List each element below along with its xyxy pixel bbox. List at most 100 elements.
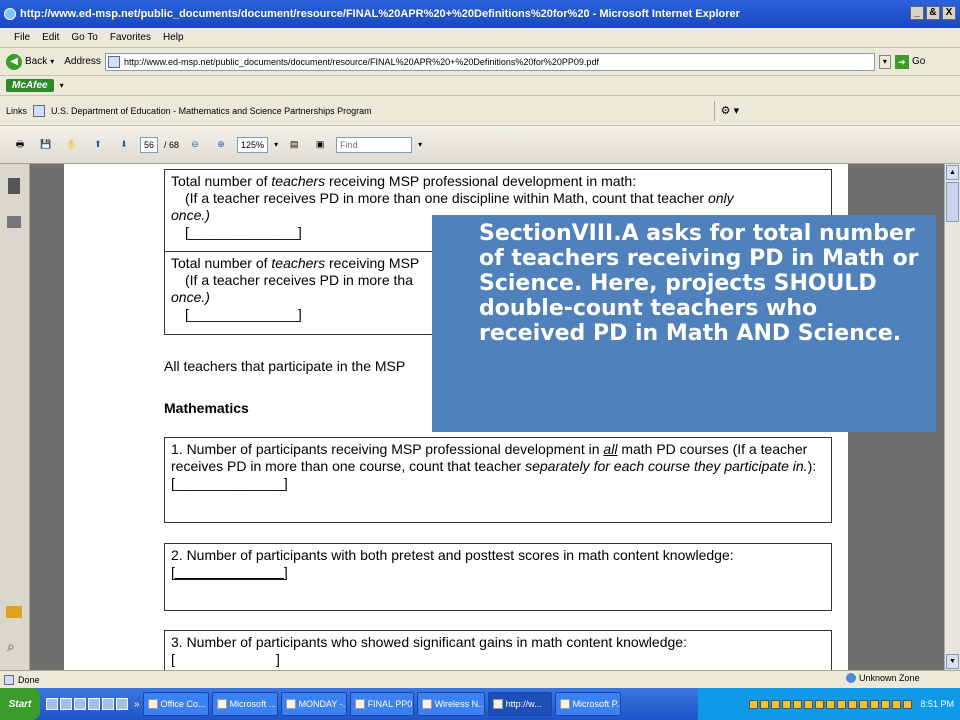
box2-text: Total number of bbox=[171, 255, 272, 271]
research-icon[interactable]: ⚙ ▾ bbox=[721, 104, 739, 117]
status-page-icon bbox=[4, 674, 14, 685]
pages-icon[interactable] bbox=[8, 178, 20, 194]
close-button[interactable]: X bbox=[942, 6, 956, 20]
task-office[interactable]: Office Co... bbox=[142, 692, 209, 716]
status-text: Done bbox=[18, 674, 40, 685]
zoom-out-icon[interactable]: ⊖ bbox=[185, 135, 205, 155]
box2-emph: teachers bbox=[271, 255, 326, 271]
tray-icon[interactable] bbox=[771, 699, 781, 709]
tray-icon[interactable] bbox=[881, 699, 891, 709]
menu-file[interactable]: File bbox=[14, 32, 30, 43]
scroll-thumb[interactable] bbox=[946, 182, 959, 222]
item3-blank: [ ] bbox=[171, 651, 280, 667]
back-dropdown-icon[interactable]: ▾ bbox=[50, 57, 54, 66]
task-monday[interactable]: MONDAY -... bbox=[280, 692, 347, 716]
tray-icon[interactable] bbox=[760, 699, 770, 709]
menu-help[interactable]: Help bbox=[163, 32, 184, 43]
start-label: Start bbox=[8, 698, 32, 710]
msp-paragraph: All teachers that participate in the MSP bbox=[164, 358, 406, 374]
box1-text-end: receiving MSP professional development i… bbox=[325, 173, 637, 189]
mcafee-dropdown-icon[interactable]: ▾ bbox=[60, 81, 64, 90]
maximize-button[interactable]: & bbox=[926, 6, 940, 20]
tray-icon[interactable] bbox=[892, 699, 902, 709]
quick-launch-pdf-icon[interactable] bbox=[74, 698, 86, 710]
print-icon[interactable]: 🖶 bbox=[10, 135, 30, 155]
clock[interactable]: 8:51 PM bbox=[920, 699, 954, 709]
menu-goto[interactable]: Go To bbox=[71, 32, 98, 43]
menu-edit[interactable]: Edit bbox=[42, 32, 59, 43]
quick-launch-email-icon[interactable] bbox=[60, 698, 72, 710]
task-wireless[interactable]: Wireless N... bbox=[416, 692, 485, 716]
page-total: / 68 bbox=[164, 139, 180, 150]
task-browser[interactable]: http://w... bbox=[487, 692, 552, 716]
globe-icon bbox=[846, 673, 856, 683]
paperclip-icon[interactable]: ⌕ bbox=[7, 638, 15, 655]
find-dropdown-icon[interactable]: ▾ bbox=[418, 140, 422, 149]
address-value: http://www.ed-msp.net/public_documents/d… bbox=[123, 56, 599, 67]
window-controls: _ & X bbox=[910, 6, 956, 20]
comments-icon[interactable] bbox=[6, 606, 22, 618]
quick-launch-excel-icon[interactable] bbox=[88, 698, 100, 710]
go-label: Go bbox=[911, 56, 926, 67]
scroll-down-icon[interactable]: ▼ bbox=[946, 654, 959, 669]
next-page-icon[interactable]: ⬇ bbox=[114, 135, 134, 155]
back-button[interactable]: ◀ Back ▾ bbox=[6, 53, 54, 70]
tray-icon[interactable] bbox=[815, 699, 825, 709]
box1-note: (If a teacher receives PD in more than o… bbox=[185, 190, 708, 206]
tray-icon[interactable] bbox=[826, 699, 836, 709]
task-icon bbox=[285, 699, 296, 709]
task-icon bbox=[559, 699, 570, 709]
vertical-scrollbar[interactable]: ▲ ▼ bbox=[944, 164, 960, 670]
menu-favorites[interactable]: Favorites bbox=[110, 32, 151, 43]
tray-icon[interactable] bbox=[793, 699, 803, 709]
address-dropdown-icon[interactable]: ▾ bbox=[878, 54, 891, 69]
item1-emph: all bbox=[603, 441, 618, 457]
go-button[interactable]: ➔ Go bbox=[894, 54, 926, 69]
address-input[interactable]: http://www.ed-msp.net/public_documents/d… bbox=[104, 52, 875, 71]
task-microsoft-1[interactable]: Microsoft ... bbox=[211, 692, 278, 716]
box2-text-end: receiving MSP bbox=[325, 255, 420, 271]
find-input[interactable]: Find bbox=[336, 136, 413, 153]
pdf-toolbar: 🖶 💾 ✋ ⬆ ⬇ 56 / 68 ⊖ ⊕ 125% ▾ ▤ ▣ Find ▾ bbox=[0, 126, 960, 164]
fit-width-icon[interactable]: ▤ bbox=[284, 135, 304, 155]
task-icon bbox=[147, 699, 158, 709]
save-icon[interactable]: 💾 bbox=[36, 135, 56, 155]
page-icon bbox=[107, 55, 120, 68]
fit-page-icon[interactable]: ▣ bbox=[310, 135, 330, 155]
page-number-input[interactable]: 56 bbox=[140, 136, 159, 153]
scroll-up-icon[interactable]: ▲ bbox=[946, 165, 959, 180]
quick-launch-word-icon[interactable] bbox=[116, 698, 128, 710]
zoom-in-icon[interactable]: ⊕ bbox=[211, 135, 231, 155]
tray-icon[interactable] bbox=[837, 699, 847, 709]
link-item[interactable]: U.S. Department of Education - Mathemati… bbox=[51, 106, 372, 116]
previous-page-icon[interactable]: ⬆ bbox=[88, 135, 108, 155]
tray-icon[interactable] bbox=[848, 699, 858, 709]
attachments-icon[interactable] bbox=[7, 216, 21, 228]
tray-icon[interactable] bbox=[782, 699, 792, 709]
zoom-dropdown-icon[interactable]: ▾ bbox=[274, 140, 278, 149]
task-microsoft-2[interactable]: Microsoft P... bbox=[554, 692, 621, 716]
zoom-input[interactable]: 125% bbox=[237, 136, 269, 153]
task-final[interactable]: FINAL PP0... bbox=[349, 692, 414, 716]
tray-icon[interactable] bbox=[903, 699, 913, 709]
more-icon[interactable]: » bbox=[134, 699, 140, 710]
item2-text: 2. Number of participants with both pret… bbox=[171, 547, 734, 563]
tray-icon[interactable] bbox=[749, 699, 759, 709]
item1-emph-end: separately for each course they particip… bbox=[525, 458, 808, 474]
quick-launch-outlook-icon[interactable] bbox=[102, 698, 114, 710]
box1-emph: teachers bbox=[271, 173, 326, 189]
box2-note-end: once.) bbox=[171, 289, 210, 305]
mcafee-button[interactable]: McAfee bbox=[6, 79, 54, 92]
link-page-icon bbox=[33, 104, 46, 117]
tray-icon[interactable] bbox=[804, 699, 814, 709]
tray-icon[interactable] bbox=[859, 699, 869, 709]
item-3-box: 3. Number of participants who showed sig… bbox=[164, 630, 832, 670]
task-label: Microsoft ... bbox=[229, 699, 277, 709]
hand-tool-icon[interactable]: ✋ bbox=[62, 135, 82, 155]
callout-text: SectionVIII.A asks for total number of t… bbox=[479, 221, 919, 346]
item2-blank: [______________] bbox=[171, 564, 288, 580]
tray-icon[interactable] bbox=[870, 699, 880, 709]
minimize-button[interactable]: _ bbox=[910, 6, 924, 20]
start-button[interactable]: Start bbox=[0, 688, 40, 720]
quick-launch-ie-icon[interactable] bbox=[46, 698, 58, 710]
